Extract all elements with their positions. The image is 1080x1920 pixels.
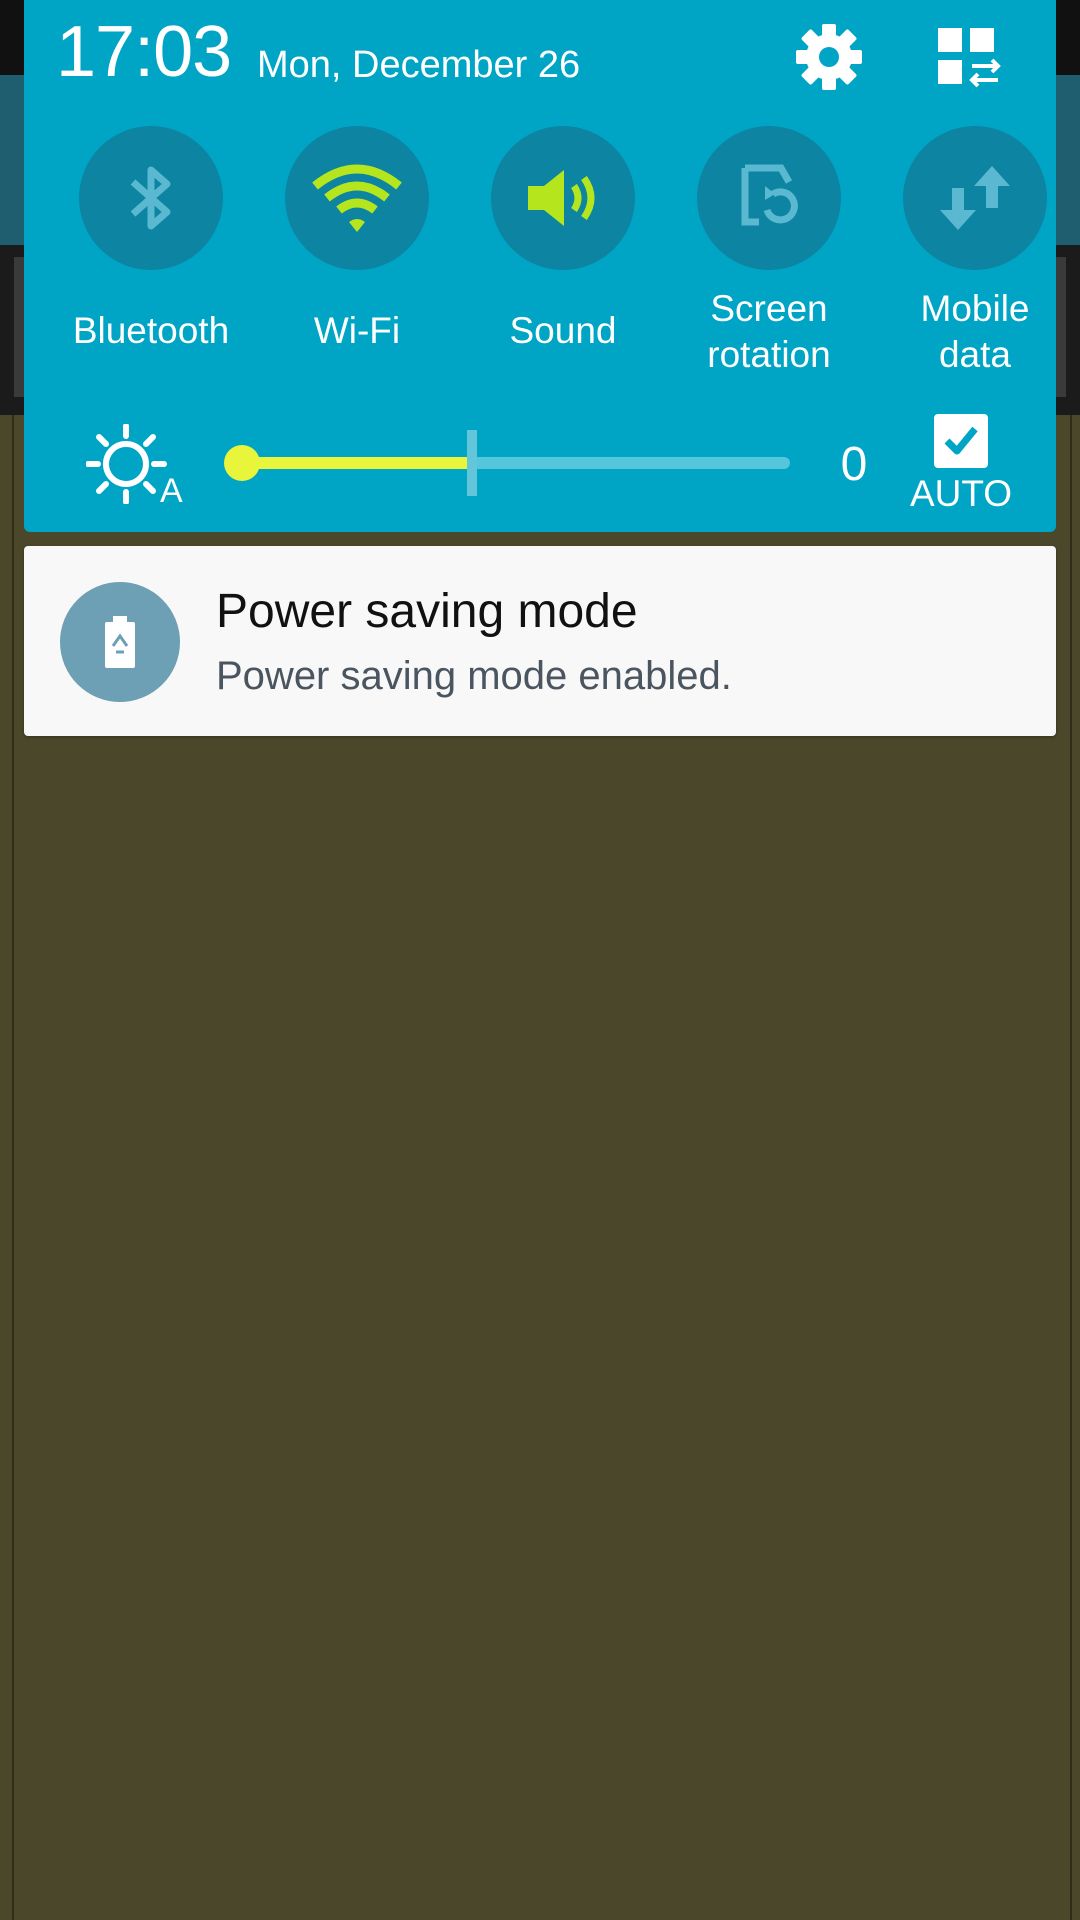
auto-brightness-icon: A xyxy=(85,423,196,510)
toggle-circle xyxy=(285,126,429,270)
toggle-label: Wi-Fi xyxy=(313,310,401,351)
auto-brightness-checkbox[interactable] xyxy=(934,414,988,468)
svg-text:A: A xyxy=(160,472,183,504)
edit-quick-panel-button[interactable] xyxy=(934,24,1004,94)
quick-settings-panel: 17:03 Mon, December 26 Bluetooth Wi-Fi S… xyxy=(24,0,1056,532)
toggle-label: Sound xyxy=(509,310,617,351)
toggle-label: Bluetooth xyxy=(72,310,230,351)
toggle-label: Mobile data xyxy=(920,288,1030,375)
clock: 17:03 xyxy=(56,12,232,92)
mobile-data-icon xyxy=(940,166,1010,230)
brightness-fill xyxy=(242,457,473,469)
grid-swap-icon xyxy=(938,28,1001,88)
toggle-bluetooth[interactable]: Bluetooth xyxy=(56,126,246,354)
brightness-value: 0 xyxy=(840,438,868,491)
check-icon xyxy=(944,426,978,455)
wifi-icon xyxy=(312,164,402,232)
sound-icon xyxy=(528,170,595,226)
toggle-circle xyxy=(697,126,841,270)
toggle-mobile-data[interactable]: Mobile data xyxy=(880,126,1070,378)
notification-icon xyxy=(60,582,180,702)
notification-title: Power saving mode xyxy=(216,585,638,638)
toggle-sound[interactable]: Sound xyxy=(468,126,658,354)
power-saving-battery-icon xyxy=(105,616,135,668)
brightness-thumb[interactable] xyxy=(224,445,260,481)
notification-text: Power saving mode enabled. xyxy=(216,654,732,698)
notification-card[interactable]: Power saving mode Power saving mode enab… xyxy=(24,546,1056,736)
toggle-screen-rotation[interactable]: Screen rotation xyxy=(674,126,864,378)
settings-button[interactable] xyxy=(794,22,864,92)
toggle-circle xyxy=(903,126,1047,270)
toggle-label: Screen rotation xyxy=(707,288,831,375)
toggle-circle xyxy=(79,126,223,270)
toggle-wifi[interactable]: Wi-Fi xyxy=(262,126,452,354)
screen-rotation-icon xyxy=(741,164,798,226)
date: Mon, December 26 xyxy=(257,44,581,86)
brightness-marker xyxy=(467,430,478,496)
brightness-slider[interactable] xyxy=(224,420,796,506)
toggle-circle xyxy=(491,126,635,270)
gear-icon xyxy=(796,24,862,90)
bluetooth-icon xyxy=(130,166,171,230)
auto-brightness-label: AUTO xyxy=(909,473,1013,514)
